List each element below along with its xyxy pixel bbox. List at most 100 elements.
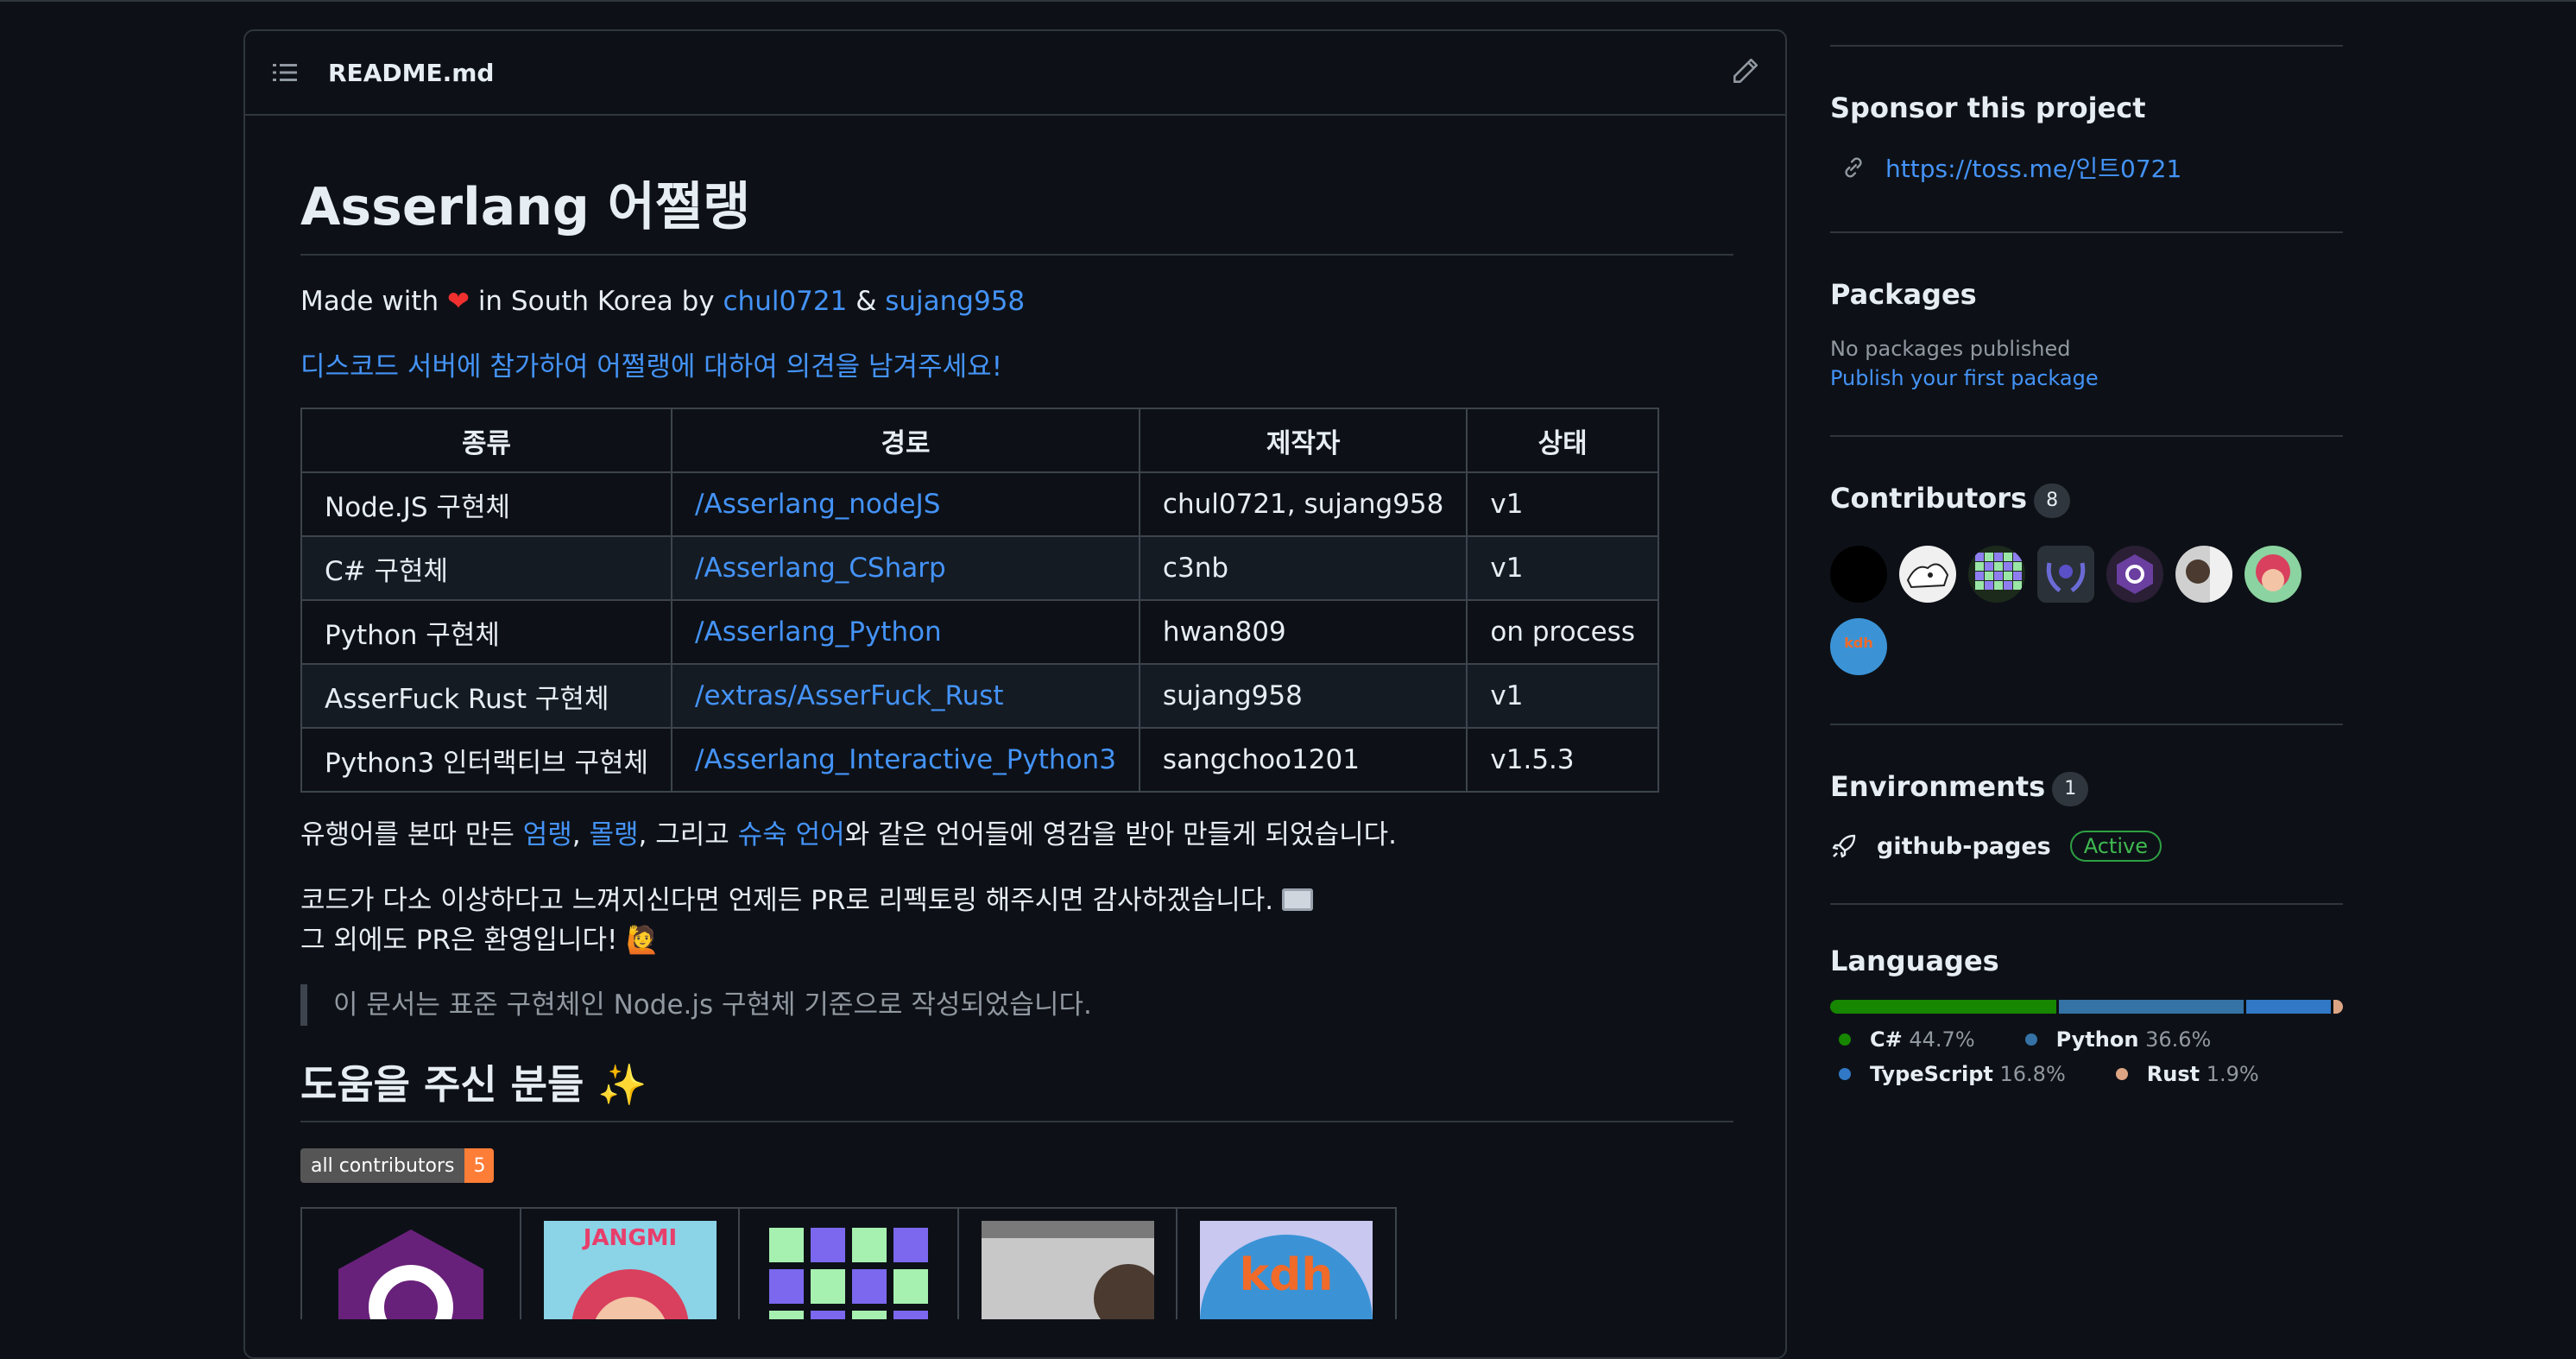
avatar[interactable] xyxy=(2106,546,2163,603)
path-link[interactable]: /extras/AsserFuck_Rust xyxy=(695,680,1004,711)
table-cell: v1 xyxy=(1466,663,1659,729)
divider xyxy=(1830,903,2343,905)
language-dot xyxy=(1839,1033,1851,1046)
language-name: Python xyxy=(2055,1027,2139,1052)
mollang-link[interactable]: 몰랭 xyxy=(590,819,639,850)
table-cell: Python 구현체 xyxy=(300,599,673,665)
languages-title: Languages xyxy=(1830,945,1999,977)
pencil-icon[interactable] xyxy=(1730,57,1759,86)
ampersand: & xyxy=(847,286,886,317)
made-middle: in South Korea by xyxy=(469,286,723,317)
contributor-avatars xyxy=(1830,546,2343,606)
kdh-logo-avatar: kdh xyxy=(1200,1221,1373,1319)
contributors-heading[interactable]: Contributors 8 xyxy=(1830,482,2343,518)
path-link[interactable]: /Asserlang_Interactive_Python3 xyxy=(695,744,1116,775)
packages-title[interactable]: Packages xyxy=(1830,278,2343,311)
path-link[interactable]: /Asserlang_Python xyxy=(695,616,942,648)
link-icon xyxy=(1845,157,1862,178)
language-item[interactable]: Rust 1.9% xyxy=(2107,1062,2259,1086)
readme-header: README.md xyxy=(245,31,1785,116)
language-item[interactable]: TypeScript 16.8% xyxy=(1830,1062,2066,1086)
publish-package-link[interactable]: Publish your first package xyxy=(1830,366,2343,390)
environment-row: github-pages Active xyxy=(1830,831,2343,862)
contributor-cell[interactable] xyxy=(959,1209,1178,1319)
inspire-text: 와 같은 언어들에 영감을 받아 만들게 되었습니다. xyxy=(844,819,1397,850)
discord-link[interactable]: 디스코드 서버에 참가하여 어쩔랭에 대하여 의견을 남겨주세요! xyxy=(300,351,1002,382)
language-dot xyxy=(2024,1033,2037,1046)
readme-filename: README.md xyxy=(328,58,495,87)
sponsor-link[interactable]: https://toss.me/인트0721 xyxy=(1885,150,2181,185)
contributors-title: Contributors xyxy=(1830,482,2028,515)
made-prefix: Made with xyxy=(300,286,447,317)
inspire-text: 유행어를 본따 만든 xyxy=(300,819,523,850)
language-name: TypeScript xyxy=(1870,1062,1993,1086)
svg-text:kdh: kdh xyxy=(1240,1249,1334,1301)
table-cell: Python3 인터랙티브 구현체 xyxy=(300,727,673,793)
environments-heading[interactable]: Environments 1 xyxy=(1830,770,2343,806)
packages-empty-text: No packages published xyxy=(1830,337,2071,361)
inspire-text: , xyxy=(571,819,590,850)
path-link[interactable]: /Asserlang_CSharp xyxy=(695,553,946,584)
language-percent: 44.7% xyxy=(1909,1027,1975,1052)
made-with-line: Made with ❤ in South Korea by chul0721 &… xyxy=(300,281,1733,321)
github-pages-link[interactable]: github-pages xyxy=(1877,833,2051,860)
inspire-text: , 그리고 xyxy=(638,819,738,850)
sparkles-emoji: ✨ xyxy=(597,1061,647,1108)
table-cell: C# 구현체 xyxy=(300,535,673,601)
language-dot xyxy=(1839,1068,1851,1080)
avatar[interactable] xyxy=(1899,546,1956,603)
column-header: 상태 xyxy=(1466,408,1659,473)
avatar[interactable] xyxy=(2175,546,2232,603)
all-contributors-badge[interactable]: all contributors 5 xyxy=(300,1148,495,1183)
avatar[interactable] xyxy=(2245,546,2301,603)
table-row: C# 구현체 /Asserlang_CSharp c3nb v1 xyxy=(300,535,1659,601)
wave-emoji: 🙋 xyxy=(626,925,660,956)
divider xyxy=(1830,231,2343,233)
language-legend-row-2: TypeScript 16.8% Rust 1.9% xyxy=(1830,1062,2343,1086)
umlang-link[interactable]: 엄랭 xyxy=(523,819,572,850)
photo-avatar xyxy=(981,1221,1154,1319)
author-link-chul0721[interactable]: chul0721 xyxy=(723,286,848,317)
contributor-cell[interactable]: kdh xyxy=(1178,1209,1395,1319)
author-link-sujang958[interactable]: sujang958 xyxy=(885,286,1025,317)
implementations-table: 종류 경로 제작자 상태 Node.JS 구현체 /Asserlang_node… xyxy=(300,408,1659,793)
table-cell: sangchoo1201 xyxy=(1138,727,1468,793)
table-cell: v1 xyxy=(1466,535,1659,601)
shusuk-link[interactable]: 슈숙 언어 xyxy=(738,819,845,850)
avatar[interactable] xyxy=(1968,546,2025,603)
table-cell: sujang958 xyxy=(1138,663,1468,729)
language-item[interactable]: Python 36.6% xyxy=(2017,1027,2211,1052)
badge-label: all contributors xyxy=(300,1148,465,1183)
list-icon[interactable] xyxy=(271,59,299,86)
table-row: AsserFuck Rust 구현체 /extras/AsserFuck_Rus… xyxy=(300,663,1659,729)
divider xyxy=(1830,724,2343,725)
language-item[interactable]: C# 44.7% xyxy=(1830,1027,1975,1052)
path-link[interactable]: /Asserlang_nodeJS xyxy=(695,489,940,520)
contributors-count: 8 xyxy=(2034,484,2071,518)
table-cell: Node.JS 구현체 xyxy=(300,471,673,537)
svg-text:JANGMI: JANGMI xyxy=(581,1225,676,1251)
badge-count: 5 xyxy=(464,1148,495,1183)
avatar[interactable]: kdh xyxy=(1830,618,1887,675)
environments-count: 1 xyxy=(2052,772,2089,806)
table-row: Python 구현체 /Asserlang_Python hwan809 on … xyxy=(300,599,1659,665)
language-dot xyxy=(2115,1068,2128,1080)
language-name: C# xyxy=(1870,1027,1903,1052)
contributor-cell[interactable]: JANGMI xyxy=(521,1209,741,1319)
table-cell: AsserFuck Rust 구현체 xyxy=(300,663,673,729)
avatar[interactable] xyxy=(1830,546,1887,603)
contributor-cell[interactable] xyxy=(302,1209,521,1319)
contributor-cell[interactable] xyxy=(740,1209,959,1319)
status-badge: Active xyxy=(2069,831,2162,862)
rocket-icon xyxy=(1832,834,1856,858)
blockquote: 이 문서는 표준 구현체인 Node.js 구현체 기준으로 작성되었습니다. xyxy=(300,984,1733,1026)
language-segment-rust xyxy=(2330,1000,2343,1014)
language-segment-csharp xyxy=(1830,1000,2056,1014)
language-name: Rust xyxy=(2146,1062,2200,1086)
column-header: 제작자 xyxy=(1138,408,1468,473)
avatar[interactable] xyxy=(2037,546,2094,603)
environments-title: Environments xyxy=(1830,770,2046,803)
table-cell: chul0721, sujang958 xyxy=(1138,471,1468,537)
laptop-icon xyxy=(1282,888,1314,911)
divider xyxy=(1830,435,2343,437)
